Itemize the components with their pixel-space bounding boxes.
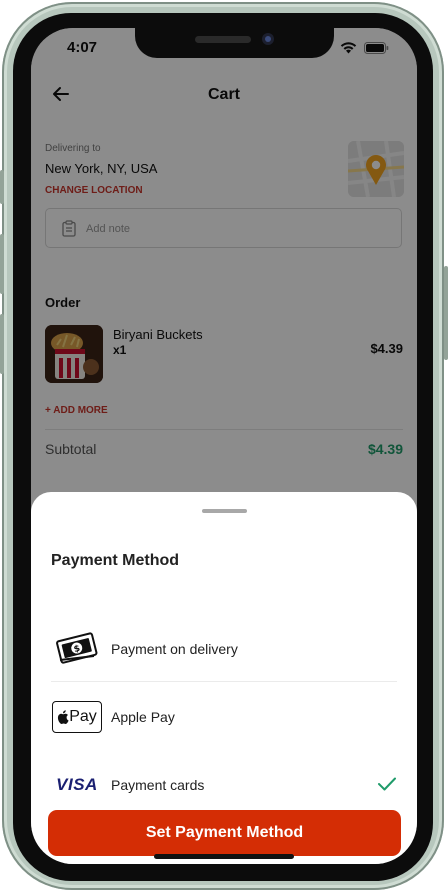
silent-switch bbox=[0, 170, 4, 204]
payment-option-apple-pay[interactable]: Pay Apple Pay bbox=[51, 686, 397, 750]
sheet-title: Payment Method bbox=[51, 552, 180, 569]
power-button bbox=[444, 266, 448, 360]
front-camera bbox=[262, 33, 274, 45]
set-payment-method-button[interactable]: Set Payment Method bbox=[48, 810, 401, 856]
volume-up-button bbox=[0, 234, 4, 294]
visa-logo: VISA bbox=[56, 775, 98, 794]
payment-method-sheet: Payment Method $ Payment on delivery Pay… bbox=[31, 492, 417, 864]
payment-option-cards[interactable]: VISA Payment cards bbox=[51, 754, 397, 818]
notch bbox=[135, 28, 334, 58]
apple-icon bbox=[58, 710, 69, 724]
payment-option-label: Payment cards bbox=[111, 777, 205, 793]
apple-pay-logo: Pay bbox=[52, 701, 102, 733]
payment-option-delivery[interactable]: $ Payment on delivery bbox=[51, 618, 397, 682]
apple-pay-badge-text: Pay bbox=[69, 708, 97, 725]
screen: 4:07 Cart Delivering to New York, NY, US… bbox=[31, 28, 417, 864]
payment-option-label: Payment on delivery bbox=[111, 641, 238, 657]
checkmark-icon bbox=[377, 776, 397, 797]
divider bbox=[51, 681, 397, 682]
volume-down-button bbox=[0, 314, 4, 374]
sheet-drag-handle[interactable] bbox=[202, 509, 247, 513]
payment-option-label: Apple Pay bbox=[111, 709, 175, 725]
cash-icon: $ bbox=[51, 632, 103, 666]
apple-pay-logo-wrapper: Pay bbox=[51, 700, 103, 734]
speaker-grille bbox=[195, 36, 251, 43]
visa-logo-wrapper: VISA bbox=[51, 768, 103, 802]
home-indicator[interactable] bbox=[154, 854, 294, 859]
